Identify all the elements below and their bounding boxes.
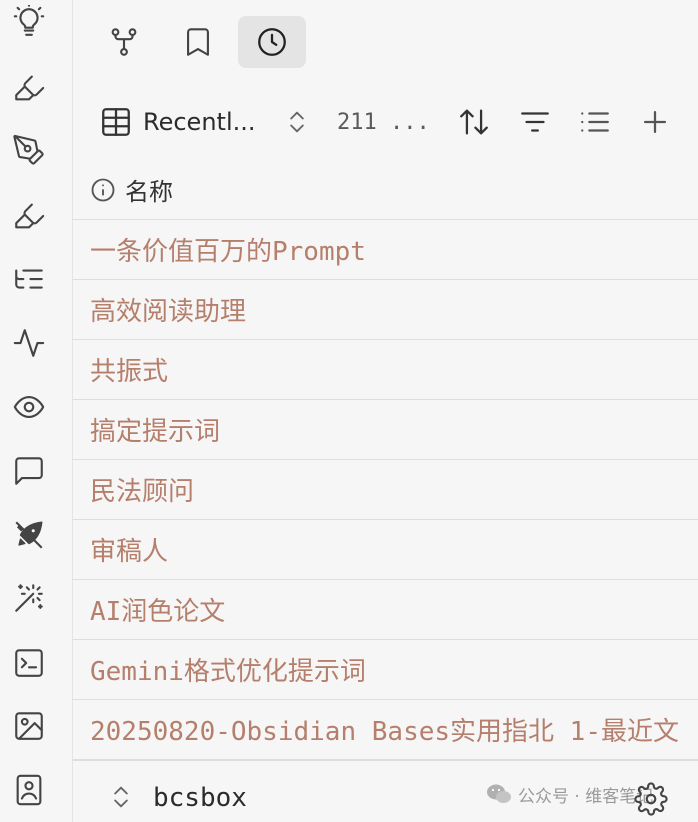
- tab-bookmarks[interactable]: [164, 16, 232, 68]
- tab-recent[interactable]: [238, 16, 306, 68]
- bases-pane: Recentl... 211 ... 名称 一条价值百万的Prompt 高效阅读…: [73, 0, 698, 822]
- view-switcher[interactable]: Recentl...: [99, 94, 256, 150]
- left-ribbon: [0, 0, 73, 822]
- note-link[interactable]: 20250820-Obsidian Bases实用指北 1-最近文: [90, 711, 679, 748]
- sort-icon: [460, 109, 488, 135]
- note-link[interactable]: 共振式: [90, 351, 168, 388]
- column-header-name[interactable]: 名称: [73, 160, 698, 220]
- note-link[interactable]: 一条价值百万的Prompt: [90, 231, 366, 268]
- watermark-text: 公众号 · 维客笔记: [518, 786, 654, 807]
- note-link[interactable]: 高效阅读助理: [90, 291, 246, 328]
- plus-icon: [643, 110, 667, 134]
- lightbulb-icon[interactable]: [11, 4, 47, 40]
- watermark: 公众号 · 维客笔记: [486, 780, 653, 808]
- table-icon: [102, 108, 130, 136]
- bases-toolbar: Recentl... 211 ...: [73, 94, 698, 150]
- table-row[interactable]: 共振式: [73, 340, 698, 400]
- filter-icon: [521, 112, 549, 132]
- pen-tool-icon[interactable]: [11, 132, 47, 168]
- table-row[interactable]: 一条价值百万的Prompt: [73, 220, 698, 280]
- message-square-icon[interactable]: [11, 453, 47, 489]
- highlighter-icon[interactable]: [11, 198, 47, 234]
- filter-button[interactable]: [518, 94, 552, 150]
- highlighter-icon[interactable]: [11, 70, 47, 106]
- add-button[interactable]: [638, 94, 672, 150]
- note-link[interactable]: Gemini格式优化提示词: [90, 651, 366, 688]
- table-row[interactable]: 20250820-Obsidian Bases实用指北 1-最近文: [73, 700, 698, 760]
- vault-name[interactable]: bcsbox: [153, 783, 247, 813]
- table-row[interactable]: 高效阅读助理: [73, 280, 698, 340]
- list-icon: [581, 112, 609, 132]
- eye-icon[interactable]: [11, 389, 47, 425]
- image-frame-icon[interactable]: [11, 772, 47, 808]
- result-count[interactable]: 211 ...: [337, 94, 430, 150]
- result-count-text: 211 ...: [337, 109, 430, 135]
- note-link[interactable]: 搞定提示词: [90, 411, 220, 448]
- bookmark-icon: [187, 28, 209, 56]
- table-row[interactable]: 民法顾问: [73, 460, 698, 520]
- table-row[interactable]: AI润色论文: [73, 580, 698, 640]
- sort-button[interactable]: [457, 94, 491, 150]
- chevrons-up-down-icon[interactable]: [107, 781, 135, 813]
- table-row[interactable]: Gemini格式优化提示词: [73, 640, 698, 700]
- info-icon: [91, 178, 115, 201]
- image-icon[interactable]: [11, 708, 47, 744]
- view-name: Recentl...: [143, 108, 256, 136]
- terminal-icon[interactable]: [11, 645, 47, 681]
- results-table: 名称 一条价值百万的Prompt 高效阅读助理 共振式 搞定提示词 民法顾问 审…: [73, 160, 698, 760]
- view-tab-bar: [73, 0, 698, 80]
- chevrons-up-down-icon: [290, 111, 304, 133]
- clock-icon: [258, 28, 286, 56]
- note-link[interactable]: AI润色论文: [90, 591, 225, 628]
- git-fork-icon: [111, 28, 137, 56]
- note-link[interactable]: 民法顾问: [90, 471, 194, 508]
- gear-icon[interactable]: [634, 782, 668, 816]
- magic-wand-icon[interactable]: [11, 580, 47, 616]
- properties-button[interactable]: [578, 94, 612, 150]
- wechat-icon: [487, 784, 511, 803]
- activity-icon[interactable]: [11, 325, 47, 361]
- table-row[interactable]: 搞定提示词: [73, 400, 698, 460]
- table-row[interactable]: 审稿人: [73, 520, 698, 580]
- tab-graph[interactable]: [90, 16, 158, 68]
- note-link[interactable]: 审稿人: [90, 531, 168, 568]
- list-tree-icon[interactable]: [11, 261, 47, 297]
- view-chevron[interactable]: [283, 94, 311, 150]
- rocket-icon[interactable]: [11, 517, 47, 553]
- column-header-label: 名称: [125, 178, 173, 206]
